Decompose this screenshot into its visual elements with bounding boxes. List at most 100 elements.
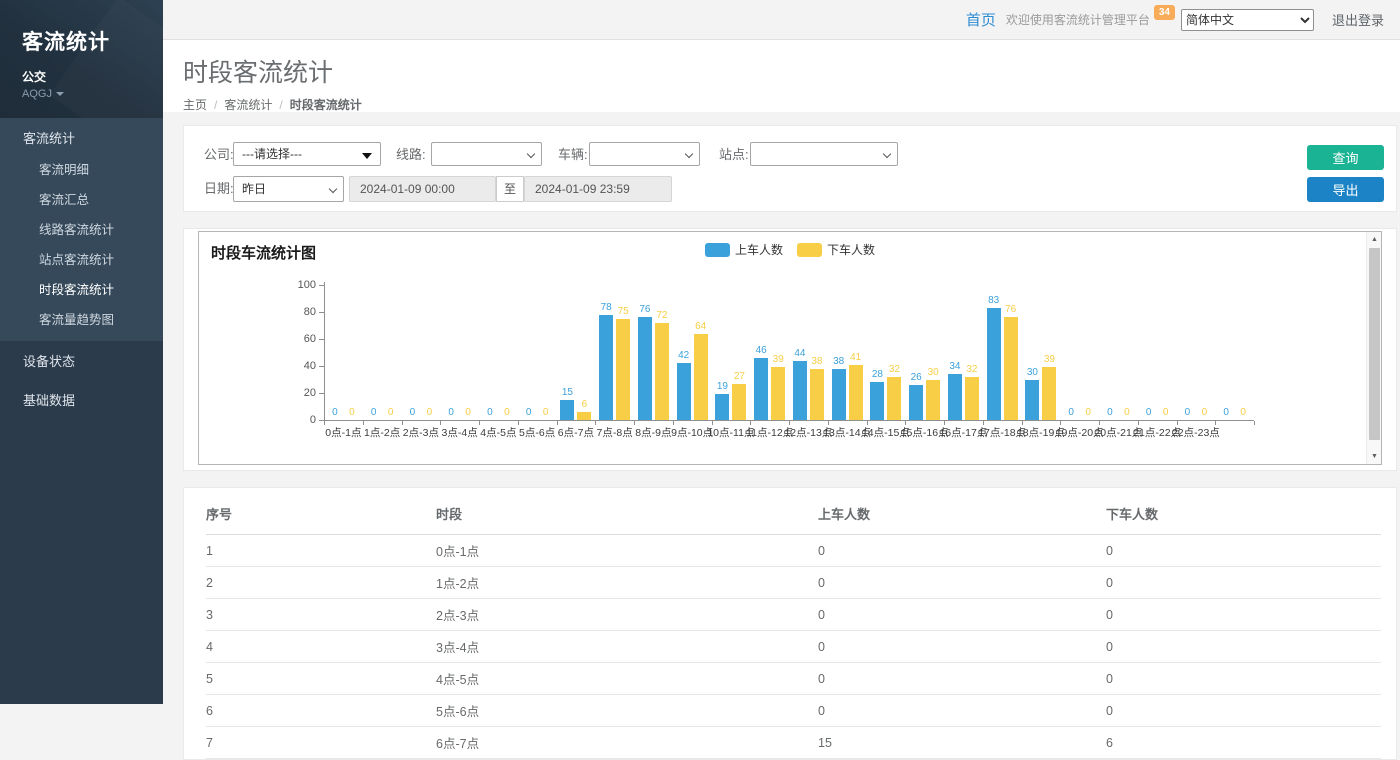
- table-cell: 0: [1106, 695, 1381, 727]
- legend-label: 上车人数: [735, 241, 783, 258]
- x-axis-label: 7点-8点: [597, 425, 633, 440]
- chart-bar: [677, 363, 691, 420]
- sidebar-subitem[interactable]: 站点客流统计: [0, 243, 163, 273]
- legend-item[interactable]: 下车人数: [797, 241, 875, 258]
- y-axis-tick-label: 40: [286, 360, 316, 372]
- bar-value-label: 72: [656, 310, 667, 321]
- language-select[interactable]: 简体中文: [1181, 9, 1314, 31]
- station-select[interactable]: [750, 142, 898, 166]
- bar-value-label: 0: [1068, 407, 1074, 418]
- bar-value-label: 0: [427, 407, 433, 418]
- bar-value-label: 44: [794, 348, 805, 359]
- page-title: 时段客流统计: [183, 53, 1400, 89]
- bar-value-label: 0: [1085, 407, 1091, 418]
- chart-bar: [754, 358, 768, 420]
- date-to-input[interactable]: [524, 176, 672, 202]
- sidebar-subitem[interactable]: 客流汇总: [0, 183, 163, 213]
- bar-value-label: 78: [601, 302, 612, 313]
- table-cell: 0: [818, 663, 1106, 695]
- company-select[interactable]: ---请选择---: [233, 142, 381, 166]
- table-header-row: 序号时段上车人数下车人数: [206, 494, 1381, 535]
- sidebar-subitem[interactable]: 客流明细: [0, 153, 163, 183]
- table-cell: 7: [206, 727, 436, 759]
- x-axis-label: 5点-6点: [519, 425, 555, 440]
- legend-swatch: [705, 243, 730, 257]
- topbar: 首页 欢迎使用客流统计管理平台 34 简体中文 退出登录: [163, 0, 1400, 40]
- chevron-down-icon: [329, 185, 337, 193]
- chart-box: 时段车流统计图 上车人数下车人数 020406080100000点-1点001点…: [198, 231, 1382, 465]
- table-cell: 4: [206, 631, 436, 663]
- notification-badge[interactable]: 34: [1154, 5, 1175, 20]
- chevron-down-icon: [685, 150, 693, 158]
- breadcrumb-item[interactable]: 主页: [183, 98, 207, 112]
- table-row: 54点-5点00: [206, 663, 1381, 695]
- sidebar-section[interactable]: 基础数据: [0, 380, 163, 419]
- vehicle-select[interactable]: [589, 142, 700, 166]
- content: 公司: ---请选择--- 线路: 车辆: 站点: 日期: 昨日 至: [163, 112, 1400, 664]
- table-cell: 4点-5点: [436, 663, 818, 695]
- scroll-down-icon[interactable]: ▼: [1367, 449, 1382, 464]
- breadcrumb-item[interactable]: 客流统计: [224, 98, 272, 112]
- bar-value-label: 39: [1044, 354, 1055, 365]
- bar-value-label: 0: [1163, 407, 1169, 418]
- bar-value-label: 76: [639, 304, 650, 315]
- table-cell: 5点-6点: [436, 695, 818, 727]
- table-cell: 0点-1点: [436, 535, 818, 567]
- column-header: 序号: [206, 494, 436, 535]
- breadcrumb-item: 时段客流统计: [290, 98, 362, 112]
- bar-value-label: 27: [734, 371, 745, 382]
- chart-bar: [887, 377, 901, 420]
- breadcrumb-separator: /: [214, 98, 217, 112]
- chart-bar: [771, 367, 785, 420]
- logout-link[interactable]: 退出登录: [1332, 10, 1384, 29]
- chart-bar: [1042, 367, 1056, 420]
- chart-bar: [948, 374, 962, 420]
- table-cell: 0: [1106, 631, 1381, 663]
- export-button[interactable]: 导出: [1307, 177, 1384, 202]
- table-cell: 1点-2点: [436, 567, 818, 599]
- sidebar-subitem[interactable]: 客流量趋势图: [0, 303, 163, 333]
- table-cell: 0: [1106, 567, 1381, 599]
- scrollbar-thumb[interactable]: [1369, 248, 1380, 440]
- bar-value-label: 0: [410, 407, 416, 418]
- chart-bar: [793, 361, 807, 420]
- table-cell: 1: [206, 535, 436, 567]
- chart-bar: [1025, 380, 1039, 421]
- x-axis-label: 1点-2点: [364, 425, 400, 440]
- bar-value-label: 75: [618, 306, 629, 317]
- bar-value-label: 38: [811, 356, 822, 367]
- query-button[interactable]: 查询: [1307, 145, 1384, 170]
- bar-value-label: 0: [543, 407, 549, 418]
- y-axis-tick: [319, 285, 324, 286]
- x-axis-label: 8点-9点: [635, 425, 671, 440]
- page-heading: 时段客流统计 主页/客流统计/时段客流统计: [163, 40, 1400, 112]
- bar-value-label: 30: [928, 367, 939, 378]
- scroll-up-icon[interactable]: ▲: [1367, 232, 1382, 247]
- sidebar-subitem[interactable]: 线路客流统计: [0, 213, 163, 243]
- chart-scrollbar[interactable]: ▲ ▼: [1366, 232, 1381, 464]
- bar-value-label: 26: [911, 372, 922, 383]
- bar-value-label: 0: [332, 407, 338, 418]
- bar-value-label: 41: [850, 352, 861, 363]
- legend-item[interactable]: 上车人数: [705, 241, 783, 258]
- org-code-dropdown[interactable]: AQGJ: [22, 88, 163, 100]
- org-name: 公交: [22, 68, 163, 85]
- home-link[interactable]: 首页: [966, 9, 996, 30]
- chart-bar: [655, 323, 669, 420]
- chart-bar: [715, 394, 729, 420]
- line-select[interactable]: [431, 142, 542, 166]
- chart-bar: [987, 308, 1001, 420]
- date-from-input[interactable]: [349, 176, 496, 202]
- column-header: 下车人数: [1106, 494, 1381, 535]
- sidebar: 客流统计 公交 AQGJ 客流统计客流明细客流汇总线路客流统计站点客流统计时段客…: [0, 0, 163, 704]
- y-axis-tick-label: 20: [286, 387, 316, 399]
- x-axis-tick: [1254, 421, 1255, 425]
- chart-bar: [849, 365, 863, 420]
- table-cell: 0: [1106, 663, 1381, 695]
- sidebar-section[interactable]: 客流统计: [0, 118, 163, 153]
- sidebar-section[interactable]: 设备状态: [0, 341, 163, 380]
- bar-value-label: 76: [1005, 304, 1016, 315]
- sidebar-subitem[interactable]: 时段客流统计: [0, 273, 163, 303]
- date-preset-select[interactable]: 昨日: [233, 176, 344, 202]
- chevron-down-icon: [883, 150, 891, 158]
